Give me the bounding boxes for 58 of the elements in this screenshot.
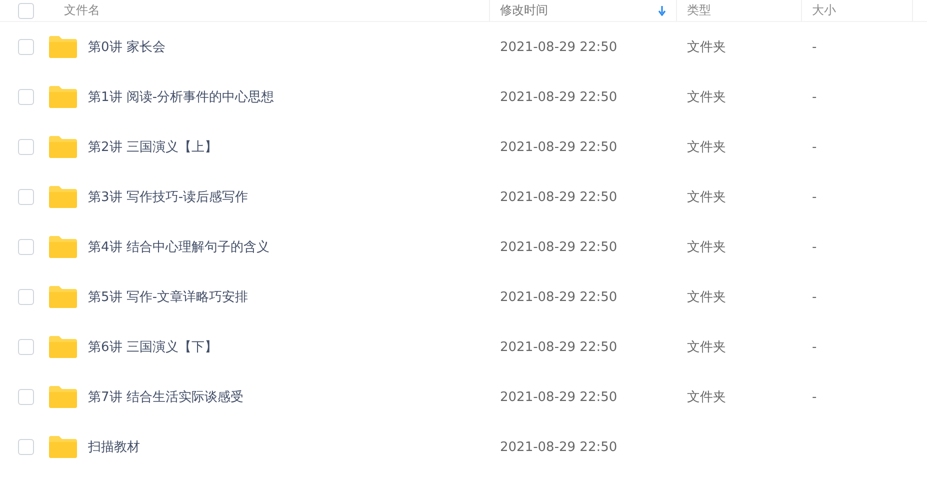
file-type: 文件夹 — [687, 139, 726, 156]
sort-arrow-icon[interactable] — [658, 6, 666, 16]
row-checkbox[interactable] — [18, 289, 34, 305]
file-name[interactable]: 第5讲 写作-文章详略巧安排 — [88, 288, 248, 306]
row-checkbox[interactable] — [18, 89, 34, 105]
folder-icon — [49, 436, 77, 458]
file-name[interactable]: 第1讲 阅读-分析事件的中心思想 — [88, 88, 274, 106]
column-header[interactable]: 大小 — [812, 2, 836, 19]
row-checkbox[interactable] — [18, 189, 34, 205]
file-type: 文件夹 — [687, 89, 726, 106]
row-checkbox[interactable] — [18, 39, 34, 55]
modified-time: 2021-08-29 22:50 — [500, 90, 618, 104]
file-size: - — [812, 40, 817, 54]
modified-time: 2021-08-29 22:50 — [500, 40, 618, 54]
row-checkbox[interactable] — [18, 139, 34, 155]
folder-icon — [49, 36, 77, 58]
column-header[interactable]: 修改时间 — [500, 2, 548, 19]
row-checkbox[interactable] — [18, 339, 34, 355]
folder-icon — [49, 236, 77, 258]
row-checkbox[interactable] — [18, 239, 34, 255]
file-name[interactable]: 扫描教材 — [88, 438, 140, 456]
file-type: 文件夹 — [687, 189, 726, 206]
modified-time: 2021-08-29 22:50 — [500, 440, 618, 454]
modified-time: 2021-08-29 22:50 — [500, 390, 618, 404]
folder-icon — [49, 186, 77, 208]
folder-icon — [49, 336, 77, 358]
file-type: 文件夹 — [687, 239, 726, 256]
modified-time: 2021-08-29 22:50 — [500, 340, 618, 354]
modified-time: 2021-08-29 22:50 — [500, 140, 618, 154]
file-type: 文件夹 — [687, 389, 726, 406]
file-type: 文件夹 — [687, 39, 726, 56]
file-size: - — [812, 240, 817, 254]
file-size: - — [812, 190, 817, 204]
file-size: - — [812, 390, 817, 404]
folder-icon — [49, 286, 77, 308]
row-checkbox[interactable] — [18, 389, 34, 405]
file-size: - — [812, 140, 817, 154]
file-size: - — [812, 290, 817, 304]
folder-icon — [49, 86, 77, 108]
file-name[interactable]: 第7讲 结合生活实际谈感受 — [88, 388, 244, 406]
file-type: 文件夹 — [687, 339, 726, 356]
file-type: 文件夹 — [687, 289, 726, 306]
file-size: - — [812, 340, 817, 354]
row-checkbox[interactable] — [18, 439, 34, 455]
modified-time: 2021-08-29 22:50 — [500, 290, 618, 304]
file-name[interactable]: 第0讲 家长会 — [88, 38, 166, 56]
modified-time: 2021-08-29 22:50 — [500, 240, 618, 254]
column-header[interactable]: 文件名 — [64, 2, 100, 19]
file-name[interactable]: 第6讲 三国演义【下】 — [88, 338, 218, 356]
file-name[interactable]: 第2讲 三国演义【上】 — [88, 138, 218, 156]
folder-icon — [49, 386, 77, 408]
modified-time: 2021-08-29 22:50 — [500, 190, 618, 204]
folder-icon — [49, 136, 77, 158]
file-size: - — [812, 90, 817, 104]
column-header[interactable]: 类型 — [687, 2, 711, 19]
file-name[interactable]: 第3讲 写作技巧-读后感写作 — [88, 188, 248, 206]
file-name[interactable]: 第4讲 结合中心理解句子的含义 — [88, 238, 270, 256]
select-all-checkbox[interactable] — [18, 2, 34, 18]
